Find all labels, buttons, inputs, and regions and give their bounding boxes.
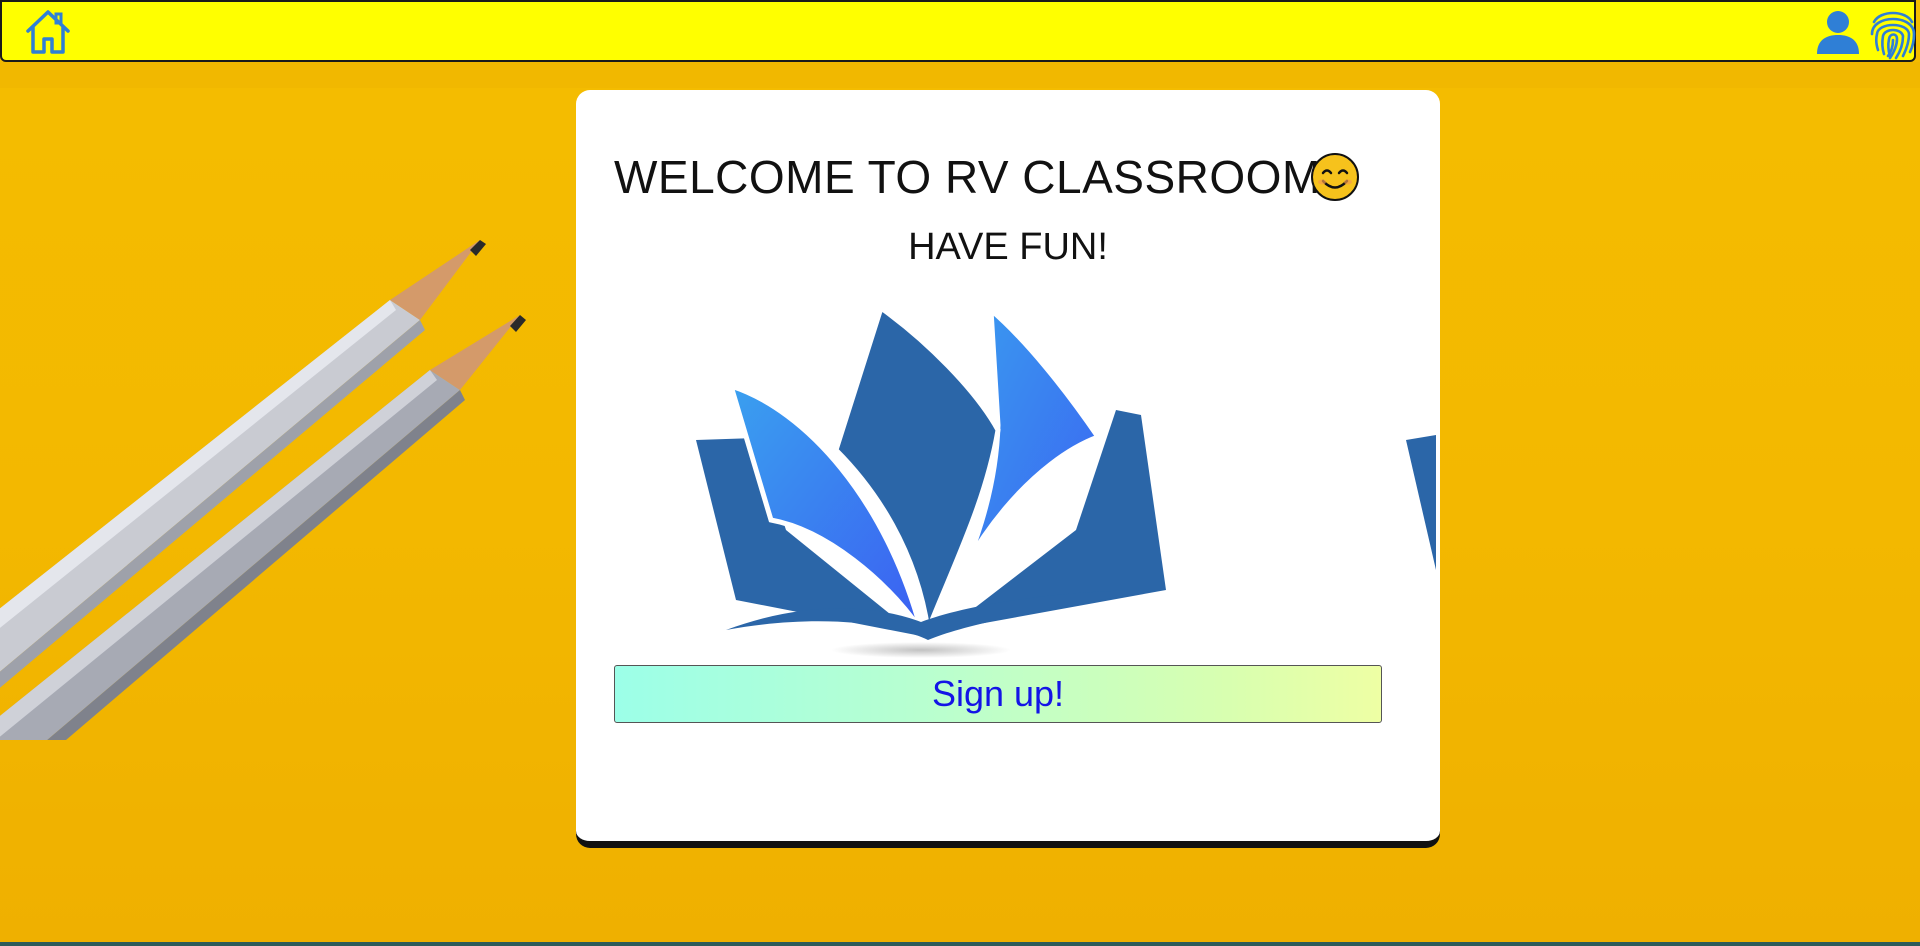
- home-icon: [26, 10, 70, 54]
- user-profile-button[interactable]: [1812, 6, 1864, 58]
- page-title: WELCOME TO RV CLASSROOM!: [614, 151, 1335, 203]
- fingerprint-button[interactable]: [1868, 4, 1918, 60]
- bottom-edge: [0, 942, 1920, 946]
- page-subtitle: HAVE FUN!: [908, 226, 1108, 268]
- book-image-edge: [1406, 435, 1436, 570]
- signup-button[interactable]: Sign up!: [614, 665, 1382, 723]
- home-button[interactable]: [22, 6, 74, 58]
- smiling-face-icon: [1311, 153, 1359, 201]
- pencils-decoration: [0, 240, 526, 740]
- welcome-card: WELCOME TO RV CLASSROOM! HAVE FUN! Sign …: [576, 90, 1440, 845]
- user-icon: [1817, 11, 1859, 54]
- navbar-shadow-strip: [0, 62, 1920, 88]
- fingerprint-icon: [1870, 11, 1916, 60]
- open-book-logo: [696, 303, 1166, 658]
- top-navbar: [0, 0, 1916, 62]
